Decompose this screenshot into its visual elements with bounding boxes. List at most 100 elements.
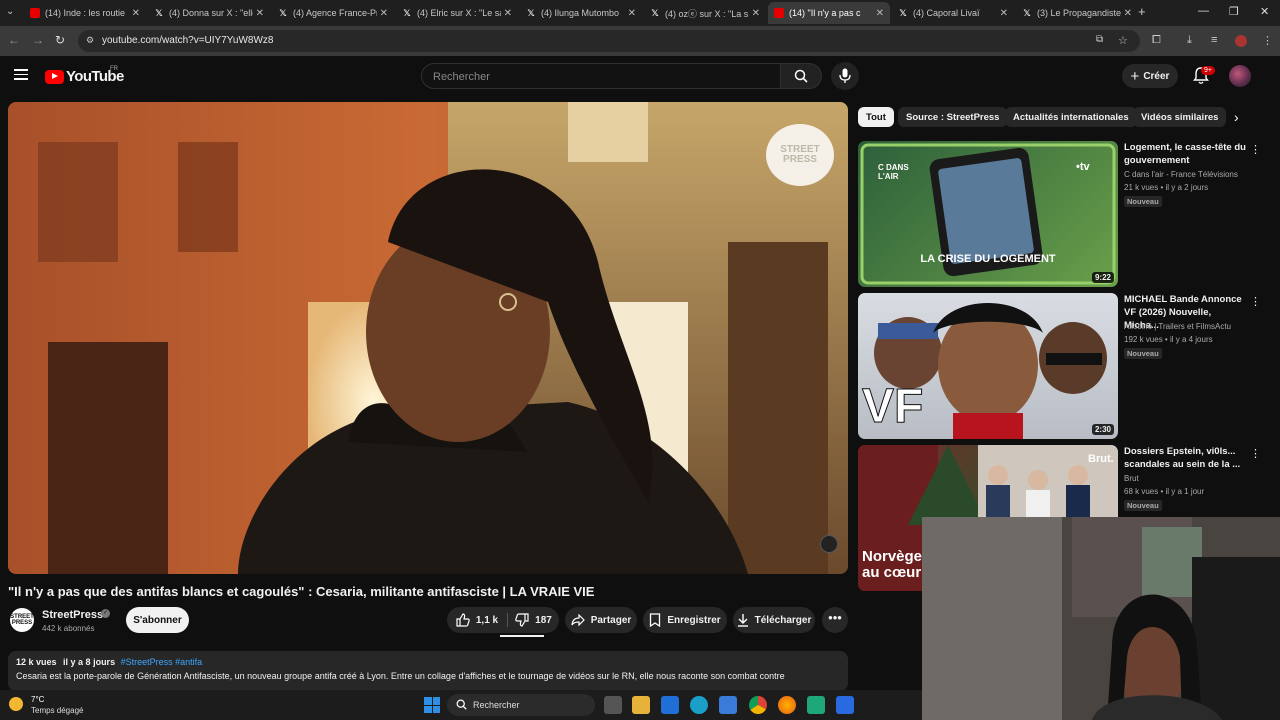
browser-tab[interactable]: 𝕏 (4) Ilunga Mutombo ✕ (520, 2, 642, 24)
extensions-icon[interactable]: ⧠ (1152, 34, 1161, 47)
save-button[interactable]: Enregistrer (643, 607, 727, 633)
chip-international-news[interactable]: Actualités internationales (1005, 107, 1137, 127)
share-button[interactable]: Partager (565, 607, 637, 633)
tab-close-icon[interactable]: ✕ (1124, 8, 1132, 19)
windows-start-icon[interactable] (424, 697, 440, 713)
tab-close-icon[interactable]: ✕ (504, 8, 512, 19)
kebab-menu-icon[interactable]: ⋮ (1250, 143, 1261, 156)
chip-source-streetpress[interactable]: Source : StreetPress (898, 107, 1008, 127)
chip-similar-videos[interactable]: Vidéos similaires (1133, 107, 1227, 127)
bookmark-icon (650, 613, 661, 627)
close-icon[interactable]: ✕ (1260, 5, 1269, 18)
video-duration: 9:22 (1091, 272, 1114, 283)
url-text[interactable]: youtube.com/watch?v=UIY7YuW8Wz8 (102, 35, 273, 46)
chevron-right-icon[interactable]: › (1234, 109, 1239, 125)
search-button[interactable] (780, 63, 822, 89)
recommendation-title[interactable]: Dossiers Epstein, vi0ls... scandales au … (1124, 445, 1246, 471)
channel-avatar[interactable]: STREET PRESS (10, 608, 34, 632)
kebab-menu-icon[interactable]: ⋮ (1250, 447, 1261, 460)
browser-tab[interactable]: (14) Inde : les routie ✕ (24, 2, 146, 24)
browser-tab[interactable]: 𝕏 (4) Donna sur X : "elle ✕ (148, 2, 270, 24)
browser-toolbar: ← → ↻ ⚙ youtube.com/watch?v=UIY7YuW8Wz8 … (0, 26, 1280, 56)
recommendation-title[interactable]: Logement, le casse-tête du gouvernement (1124, 141, 1246, 167)
voice-search-button[interactable] (831, 62, 859, 90)
browser-tab[interactable]: 𝕏 (4) Caporal Livaï ✕ (892, 2, 1014, 24)
video-player[interactable]: STREET PRESS (8, 102, 848, 574)
like-button[interactable]: 1,1 k (447, 607, 507, 633)
browser-tab[interactable]: 𝕏 (3) Le Propagandiste ✕ (1016, 2, 1138, 24)
install-icon[interactable]: ⧉ (1096, 34, 1103, 45)
x-favicon-icon: 𝕏 (527, 7, 535, 18)
browser-tab[interactable]: 𝕏 (4) Elric sur X : "Le sa ✕ (396, 2, 518, 24)
firefox-icon[interactable] (778, 696, 796, 714)
hamburger-menu-icon[interactable] (14, 69, 28, 80)
thumbnail-caption: LA CRISE DU LOGEMENT (920, 253, 1056, 265)
subscribe-button[interactable]: S'abonner (126, 607, 189, 633)
weather-description[interactable]: Temps dégagé (31, 706, 83, 715)
video-thumbnail[interactable]: C DANS L'AIR •tv LA CRISE DU LOGEMENT 9:… (858, 141, 1118, 287)
browser-tab[interactable]: (14) "Il n'y a pas c ✕ (768, 2, 890, 24)
file-explorer-icon[interactable] (632, 696, 650, 714)
new-tab-button[interactable]: + (1138, 4, 1146, 19)
back-icon[interactable]: ← (8, 33, 20, 47)
tab-close-icon[interactable]: ✕ (752, 8, 760, 19)
download-icon[interactable]: ⤓ (1187, 34, 1192, 47)
tab-title: (3) Le Propagandiste (1037, 8, 1121, 18)
media-player-icon[interactable] (661, 696, 679, 714)
channel-corner-logo[interactable] (820, 535, 838, 553)
browser-tab[interactable]: 𝕏 (4) ozⓔ sur X : "La s ✕ (644, 2, 766, 24)
dislike-button[interactable]: 187 (508, 607, 559, 633)
search-input[interactable]: Rechercher (421, 63, 781, 89)
download-button[interactable]: Télécharger (733, 607, 815, 633)
x-favicon-icon: 𝕏 (279, 7, 287, 18)
weather-temperature[interactable]: 7°C (31, 695, 44, 704)
verified-badge-icon: ✓ (101, 609, 110, 618)
chrome-icon[interactable] (749, 696, 767, 714)
recommendation-channel[interactable]: Brut (1124, 474, 1139, 483)
streamer-webcam-overlay (922, 517, 1280, 720)
profile-icon[interactable] (1235, 35, 1247, 47)
edge-icon[interactable] (690, 696, 708, 714)
dislike-count: 187 (535, 614, 552, 626)
media-icon[interactable]: ≡ (1211, 34, 1217, 46)
new-badge: Nouveau (1124, 196, 1162, 207)
tab-close-icon[interactable]: ✕ (256, 8, 264, 19)
account-avatar[interactable] (1229, 65, 1251, 87)
tab-close-icon[interactable]: ✕ (876, 8, 884, 19)
address-bar[interactable]: ⚙ youtube.com/watch?v=UIY7YuW8Wz8 ⧉ ☆ (78, 30, 1140, 52)
more-actions-button[interactable]: ••• (822, 607, 848, 633)
chip-all[interactable]: Tout (858, 107, 894, 127)
kebab-menu-icon[interactable]: ⋮ (1250, 295, 1261, 308)
channel-name[interactable]: StreetPress (42, 609, 103, 621)
taskbar-search[interactable]: Rechercher (447, 694, 595, 716)
recommendation-channel[interactable]: Allociné | Trailers et FilmsActu (1124, 322, 1231, 331)
reload-icon[interactable]: ↻ (55, 33, 65, 47)
create-label: Créer (1143, 70, 1170, 82)
site-info-icon[interactable]: ⚙ (86, 35, 94, 46)
hashtags[interactable]: #StreetPress #antifa (121, 657, 203, 667)
browser-tab[interactable]: 𝕏 (4) Agence France-Pr ✕ (272, 2, 394, 24)
description-box[interactable]: 12 k vues il y a 8 jours #StreetPress #a… (8, 651, 848, 691)
minimize-icon[interactable]: — (1198, 5, 1209, 17)
recommendation-channel[interactable]: C dans l'air - France Télévisions (1124, 170, 1238, 179)
tab-close-icon[interactable]: ✕ (380, 8, 388, 19)
app-icon[interactable] (807, 696, 825, 714)
recommendation-item[interactable]: C DANS L'AIR •tv LA CRISE DU LOGEMENT 9:… (858, 141, 1264, 287)
tab-close-icon[interactable]: ✕ (132, 8, 140, 19)
task-view-icon[interactable] (604, 696, 622, 714)
bookmark-star-icon[interactable]: ☆ (1118, 34, 1128, 47)
restore-icon[interactable]: ❐ (1229, 5, 1239, 18)
recommendation-item[interactable]: VF 2:30 MICHAEL Bande Annonce VF (2026) … (858, 293, 1264, 439)
create-button[interactable]: + Créer (1122, 64, 1178, 88)
tab-close-icon[interactable]: ✕ (628, 8, 636, 19)
tab-title: (4) ozⓔ sur X : "La s (665, 8, 749, 19)
tab-list-button[interactable]: ⌄ (6, 6, 14, 17)
store-icon[interactable] (719, 696, 737, 714)
app-icon[interactable] (836, 696, 854, 714)
thumbnail-brand: Brut. (1088, 453, 1114, 465)
forward-icon[interactable]: → (32, 33, 44, 47)
video-thumbnail[interactable]: VF 2:30 (858, 293, 1118, 439)
kebab-menu-icon[interactable]: ⋮ (1262, 34, 1273, 47)
weather-moon-icon[interactable] (9, 697, 23, 711)
tab-close-icon[interactable]: ✕ (1000, 8, 1008, 19)
